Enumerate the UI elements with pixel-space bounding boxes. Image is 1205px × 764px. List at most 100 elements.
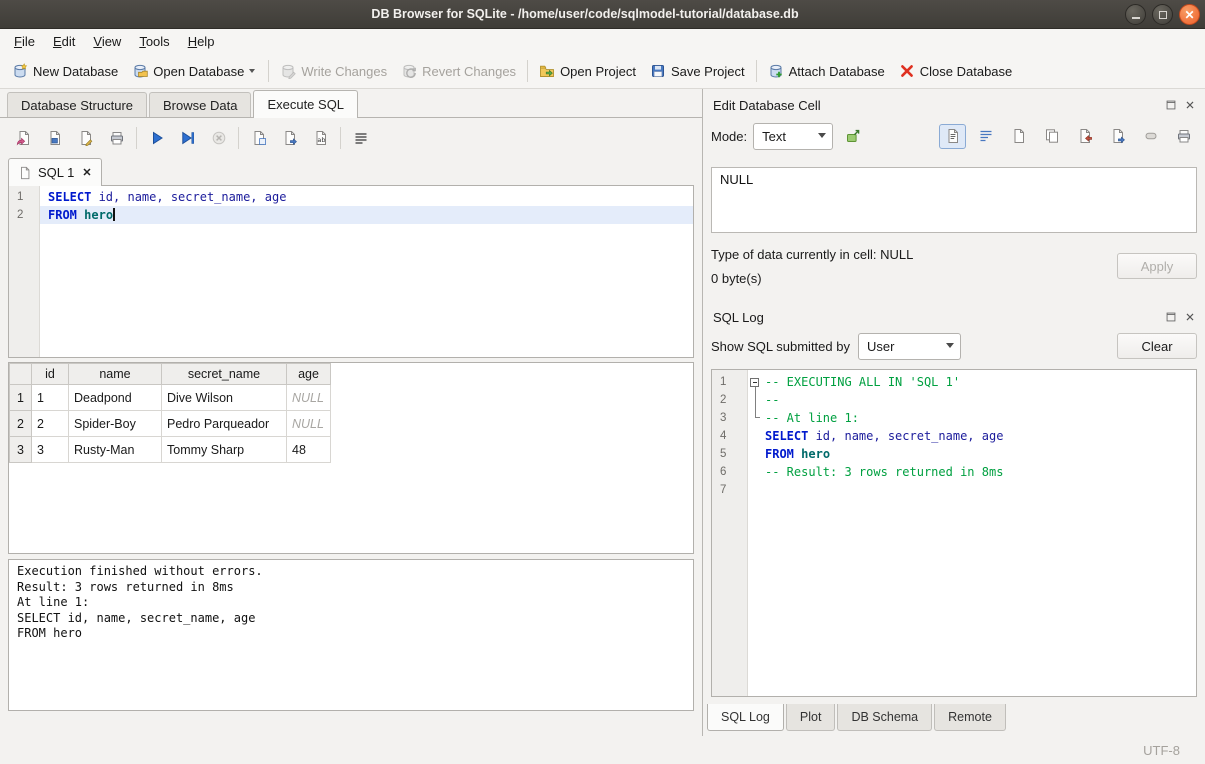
menu-tools[interactable]: Tools xyxy=(130,31,178,52)
tab-execute-sql[interactable]: Execute SQL xyxy=(253,90,358,118)
print-cell-icon[interactable] xyxy=(1170,124,1197,149)
grid-cell[interactable]: Dive Wilson xyxy=(162,385,287,411)
grid-cell[interactable]: NULL xyxy=(287,411,331,437)
grid-cell[interactable]: 2 xyxy=(32,411,69,437)
format-lines-icon[interactable] xyxy=(347,125,374,151)
maximize-icon xyxy=(1159,11,1167,19)
row-number[interactable]: 3 xyxy=(10,437,32,463)
grid-cell[interactable]: 3 xyxy=(32,437,69,463)
save-project-button[interactable]: Save Project xyxy=(643,58,752,84)
grid-row: 33Rusty-ManTommy Sharp48 xyxy=(10,437,331,463)
chevron-down-icon[interactable] xyxy=(249,68,257,74)
window-title: DB Browser for SQLite - /home/user/code/… xyxy=(60,0,1110,28)
apply-button[interactable]: Apply xyxy=(1117,253,1197,279)
close-icon: ✕ xyxy=(1184,8,1194,22)
execute-all-icon[interactable] xyxy=(143,125,170,151)
sql-editor[interactable]: 1SELECT id, name, secret_name, age2FROM … xyxy=(8,185,694,358)
encoding-indicator[interactable]: UTF-8 xyxy=(1143,743,1180,758)
open-database-button[interactable]: Open Database xyxy=(125,58,264,84)
column-header-name[interactable]: name xyxy=(69,364,162,385)
line-number: 3 xyxy=(712,409,747,427)
sql-log-view[interactable]: 1-- EXECUTING ALL IN 'SQL 1'2--3-- At li… xyxy=(711,369,1197,697)
menu-help[interactable]: Help xyxy=(179,31,224,52)
sql-tab[interactable]: SQL 1 ✕ xyxy=(8,158,102,186)
grid-cell[interactable]: Pedro Parqueador xyxy=(162,411,287,437)
menu-bar: FileEditViewToolsHelp xyxy=(0,29,1205,54)
open-project-button[interactable]: Open Project xyxy=(532,58,643,84)
cell-content: NULL xyxy=(720,172,753,187)
grid-cell[interactable]: Tommy Sharp xyxy=(162,437,287,463)
cell-editor[interactable]: NULL xyxy=(711,167,1197,233)
import-sql-icon[interactable] xyxy=(276,125,303,151)
line-number: 5 xyxy=(712,445,747,463)
save-sql-as-icon[interactable] xyxy=(72,125,99,151)
dock-tab-plot[interactable]: Plot xyxy=(786,704,836,731)
word-wrap-icon[interactable] xyxy=(972,124,999,149)
new-tab-icon[interactable] xyxy=(245,125,272,151)
set-null-icon[interactable] xyxy=(1137,124,1164,149)
titlebar[interactable]: DB Browser for SQLite - /home/user/code/… xyxy=(0,0,1205,29)
tab-browse-data[interactable]: Browse Data xyxy=(149,92,251,117)
print-icon[interactable] xyxy=(103,125,130,151)
close-sql-tab-icon[interactable]: ✕ xyxy=(82,166,91,179)
dock-tab-db-schema[interactable]: DB Schema xyxy=(837,704,932,731)
line-number: 1 xyxy=(9,188,39,206)
row-number[interactable]: 1 xyxy=(10,385,32,411)
dock-tab-sql-log[interactable]: SQL Log xyxy=(707,704,784,731)
float-icon[interactable] xyxy=(1164,98,1178,112)
grid-cell[interactable]: Spider-Boy xyxy=(69,411,162,437)
maximize-button[interactable] xyxy=(1152,4,1173,25)
filter-value: User xyxy=(867,339,894,354)
copy-cell-icon[interactable] xyxy=(1038,124,1065,149)
minimize-button[interactable] xyxy=(1125,4,1146,25)
menu-edit[interactable]: Edit xyxy=(44,31,84,52)
column-header-secret-name[interactable]: secret_name xyxy=(162,364,287,385)
log-line: 3-- At line 1: xyxy=(712,409,1196,427)
grid-cell[interactable]: 1 xyxy=(32,385,69,411)
close-database-button[interactable]: Close Database xyxy=(892,58,1020,84)
toolbar-separator xyxy=(527,60,528,82)
find-replace-icon[interactable]: ab xyxy=(307,125,334,151)
grid-cell[interactable]: Deadpond xyxy=(69,385,162,411)
tab-database-structure[interactable]: Database Structure xyxy=(7,92,147,117)
dock-close-icon[interactable] xyxy=(1183,98,1197,112)
fold-collapse-icon[interactable] xyxy=(750,378,759,387)
new-document-icon[interactable] xyxy=(1005,124,1032,149)
float-icon[interactable] xyxy=(1164,310,1178,324)
import-cell-icon[interactable] xyxy=(1071,124,1098,149)
revert-changes-button: Revert Changes xyxy=(394,58,523,84)
stop-icon[interactable] xyxy=(205,125,232,151)
open-database-label: Open Database xyxy=(153,64,244,79)
fold-margin xyxy=(748,391,762,409)
open-database-icon xyxy=(132,63,148,79)
window-controls: ✕ xyxy=(1125,4,1200,25)
execution-message: Execution finished without errors.Result… xyxy=(8,559,694,711)
save-sql-file-icon[interactable] xyxy=(41,125,68,151)
submitter-combobox[interactable]: User xyxy=(858,333,961,360)
grid-cell[interactable]: 48 xyxy=(287,437,331,463)
attach-database-button[interactable]: Attach Database xyxy=(761,58,892,84)
import-data-icon[interactable] xyxy=(839,124,866,149)
clear-button[interactable]: Clear xyxy=(1117,333,1197,359)
menu-file[interactable]: File xyxy=(5,31,44,52)
column-header-id[interactable]: id xyxy=(32,364,69,385)
mode-combobox[interactable]: Text xyxy=(753,123,833,150)
export-cell-icon[interactable] xyxy=(1104,124,1131,149)
execute-line-icon[interactable] xyxy=(174,125,201,151)
grid-cell[interactable]: NULL xyxy=(287,385,331,411)
dock-close-icon[interactable] xyxy=(1183,310,1197,324)
main-tab-bar: Database StructureBrowse DataExecute SQL xyxy=(0,89,702,118)
menu-view[interactable]: View xyxy=(84,31,130,52)
grid-cell[interactable]: Rusty-Man xyxy=(69,437,162,463)
open-sql-file-icon[interactable] xyxy=(10,125,37,151)
fold-margin[interactable] xyxy=(748,373,762,391)
new-database-button[interactable]: New Database xyxy=(5,58,125,84)
column-header-age[interactable]: age xyxy=(287,364,331,385)
sql-tab-label: SQL 1 xyxy=(38,165,74,180)
main-toolbar: New DatabaseOpen DatabaseWrite ChangesRe… xyxy=(0,54,1205,89)
dock-tab-remote[interactable]: Remote xyxy=(934,704,1006,731)
text-mode-icon[interactable] xyxy=(939,124,966,149)
row-number[interactable]: 2 xyxy=(10,411,32,437)
close-button[interactable]: ✕ xyxy=(1179,4,1200,25)
write-changes-icon xyxy=(280,63,296,79)
